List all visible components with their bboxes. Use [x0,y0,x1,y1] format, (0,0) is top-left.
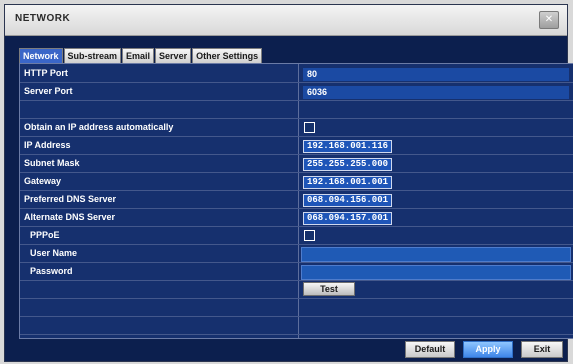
row-empty [20,318,573,335]
window-title: NETWORK [15,13,71,24]
row-gateway: Gateway 192.168.001.001 [20,174,573,191]
pppoe-checkbox[interactable] [304,230,315,241]
row-subnet-mask: Subnet Mask 255.255.255.000 [20,156,573,173]
row-empty [20,102,573,119]
ip-address-label: IP Address [24,140,71,150]
row-ip-address: IP Address 192.168.001.116 [20,138,573,155]
obtain-ip-auto-label: Obtain an IP address automatically [24,122,174,132]
tab-network[interactable]: Network [19,48,63,63]
gateway-label: Gateway [24,176,62,186]
password-input[interactable] [301,265,571,280]
default-button[interactable]: Default [405,341,455,358]
alternate-dns-label: Alternate DNS Server [24,212,116,222]
row-user-name: User Name [20,246,573,263]
preferred-dns-field[interactable]: 068.094.156.001 [303,194,393,207]
footer-bar: Default Apply Exit [5,337,567,361]
network-settings-panel: HTTP Port 80 Server Port 6036 Obtain an … [19,63,573,339]
tab-server[interactable]: Server [155,48,192,63]
exit-button[interactable]: Exit [521,341,563,358]
subnet-mask-label: Subnet Mask [24,158,80,168]
row-empty [20,300,573,317]
tab-sub-stream[interactable]: Sub-stream [63,48,122,63]
server-port-label: Server Port [24,86,73,96]
pppoe-label: PPPoE [30,230,60,240]
row-alternate-dns: Alternate DNS Server 068.094.157.001 [20,210,573,227]
row-test: Test [20,282,573,299]
obtain-ip-auto-checkbox[interactable] [304,122,315,133]
alternate-dns-field[interactable]: 068.094.157.001 [303,212,393,225]
password-label: Password [30,266,73,276]
apply-button[interactable]: Apply [463,341,513,358]
gateway-field[interactable]: 192.168.001.001 [303,176,393,189]
row-password: Password [20,264,573,281]
server-port-field[interactable]: 6036 [303,86,569,99]
row-pppoe: PPPoE [20,228,573,245]
tab-email[interactable]: Email [122,48,155,63]
user-name-input[interactable] [301,247,571,262]
tab-other-settings[interactable]: Other Settings [192,48,263,63]
row-obtain-ip-auto: Obtain an IP address automatically [20,120,573,137]
http-port-field[interactable]: 80 [303,68,569,81]
row-server-port: Server Port 6036 [20,84,573,101]
preferred-dns-label: Preferred DNS Server [24,194,117,204]
row-preferred-dns: Preferred DNS Server 068.094.156.001 [20,192,573,209]
network-window: NETWORK ✕ Network Sub-stream Email Serve… [4,4,573,362]
row-http-port: HTTP Port 80 [20,66,573,83]
http-port-label: HTTP Port [24,68,68,78]
close-button[interactable]: ✕ [539,11,559,29]
ip-address-field[interactable]: 192.168.001.116 [303,140,393,153]
user-name-label: User Name [30,248,78,258]
subnet-mask-field[interactable]: 255.255.255.000 [303,158,393,171]
test-button[interactable]: Test [303,282,355,296]
title-bar: NETWORK ✕ [5,5,567,36]
tab-bar: Network Sub-stream Email Server Other Se… [19,48,263,63]
